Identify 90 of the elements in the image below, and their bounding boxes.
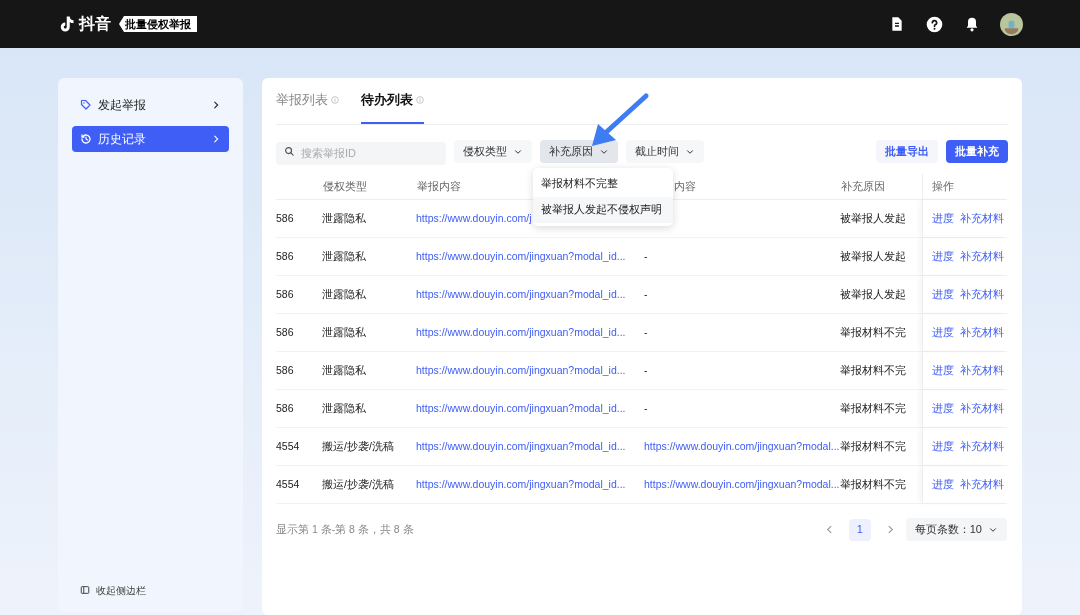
action-link[interactable]: 补充材料 [960,286,1004,303]
link[interactable]: https://www.douyin.com/jingxuan?modal_id... [416,248,626,265]
link[interactable]: https://www.douyin.com/jingxuan?modal_id... [416,438,626,455]
action-link[interactable]: 进度 [932,324,954,341]
table-cell-text: 泄露隐私 [322,400,366,416]
action-link[interactable]: 补充材料 [960,400,1004,417]
table-cell-text: 举报材料不完 [840,400,906,416]
page-button[interactable]: 1 [848,518,871,541]
help-icon[interactable] [926,15,943,33]
action-link[interactable]: 进度 [932,438,954,455]
info-icon [331,95,339,104]
link[interactable]: https://www.douyin.com/jingxuan?modal_id... [416,476,626,493]
action-link[interactable]: 补充材料 [960,362,1004,379]
table-cell-text: 泄露隐私 [322,248,366,264]
bell-icon[interactable] [964,15,980,33]
logo-text: 抖音 [79,14,111,34]
table-cell-text: 4554 [276,438,300,454]
table-cell-text: 586 [276,210,294,226]
action-link[interactable]: 补充材料 [960,438,1004,455]
search-icon [284,146,295,157]
table-cell-text: 泄露隐私 [322,210,366,226]
table-cell-text: 泄露隐私 [322,286,366,302]
chevron-right-icon [211,100,221,110]
action-link[interactable]: 进度 [932,210,954,227]
link[interactable]: https://www.douyin.com/jingxuan?modal... [644,438,840,455]
tab[interactable]: 待办列表 [361,77,424,124]
action-link[interactable]: 补充材料 [960,324,1004,341]
table-cell-text: - [644,400,648,416]
action-link[interactable]: 补充材料 [960,210,1004,227]
link[interactable]: https://www.douyin.com/jingxuan?modal_id... [416,286,626,303]
action-link[interactable]: 进度 [932,248,954,265]
batch-supplement-button[interactable]: 批量补充 [946,140,1008,163]
action-link[interactable]: 进度 [932,362,954,379]
tab[interactable]: 举报列表 [276,77,339,124]
filter-dropdown[interactable]: 侵权类型 [454,140,532,163]
action-link[interactable]: 进度 [932,476,954,493]
table-cell-text: 586 [276,400,294,416]
action-link[interactable]: 补充材料 [960,248,1004,265]
table-cell-text: 4554 [276,476,300,492]
table-cell-text: 举报材料不完 [840,476,906,492]
table-cell-text: 586 [276,286,294,302]
link[interactable]: https://www.douyin.com/jingxuan?modal_id... [416,362,626,379]
chevron-right-icon [211,134,221,144]
action-link[interactable]: 进度 [932,400,954,417]
table-cell-text: 泄露隐私 [322,362,366,378]
export-button[interactable]: 批量导出 [876,140,938,163]
table-cell-text: 搬运/抄袭/洗稿 [322,438,394,454]
sidebar-item[interactable]: 发起举报 [72,92,229,118]
table-cell-text: 586 [276,324,294,340]
filter-dropdown[interactable]: 截止时间 [626,140,704,163]
table-cell-text: - [644,248,648,264]
table-cell-text: 被举报人发起 [840,248,906,264]
sidebar-panel-icon [80,585,90,595]
table-cell-text: - [644,362,648,378]
table-cell-text: 被举报人发起 [840,210,906,226]
info-icon [416,95,424,104]
action-link[interactable]: 补充材料 [960,476,1004,493]
page-size-select[interactable]: 每页条数：10 [905,518,1007,541]
document-icon[interactable] [889,15,905,33]
table-cell-text: 586 [276,248,294,264]
table-cell-text: - [644,324,648,340]
column-header: 操作 [932,179,954,195]
link[interactable]: https://www.douyin.com/j [416,210,532,227]
pagination-summary: 显示第 1 条-第 8 条，共 8 条 [276,521,415,537]
link[interactable]: https://www.douyin.com/jingxuan?modal_id... [416,400,626,417]
column-header: 举报内容 [417,179,461,195]
column-header: 侵权类型 [323,179,367,195]
filter-dropdown[interactable]: 补充原因 [540,140,618,163]
menu-item[interactable]: 举报材料不完整 [533,171,673,197]
table-cell-text: 被举报人发起 [840,286,906,302]
table-cell-text: 搬运/抄袭/洗稿 [322,476,394,492]
table-cell-text: 举报材料不完 [840,438,906,454]
link[interactable]: https://www.douyin.com/jingxuan?modal_id... [416,324,626,341]
link[interactable]: https://www.douyin.com/jingxuan?modal... [644,476,840,493]
product-badge: 批量侵权举报 [119,16,197,32]
collapse-sidebar-link[interactable]: 收起侧边栏 [72,582,229,598]
table-cell-text: 泄露隐私 [322,324,366,340]
table-cell-text: 举报材料不完 [840,362,906,378]
column-header: 补充原因 [841,179,885,195]
column-header: 内容 [674,179,696,195]
menu-item[interactable]: 被举报人发起不侵权声明 [533,197,673,223]
history-icon [80,133,92,145]
sidebar-item[interactable]: 历史记录 [72,126,229,152]
table-cell-text: 举报材料不完 [840,324,906,340]
avatar[interactable] [1000,12,1023,36]
search-field[interactable]: 搜索举报ID [276,141,446,165]
table-cell-text: - [644,286,648,302]
table-cell-text: 586 [276,362,294,378]
tag-icon [80,99,92,111]
action-link[interactable]: 进度 [932,286,954,303]
